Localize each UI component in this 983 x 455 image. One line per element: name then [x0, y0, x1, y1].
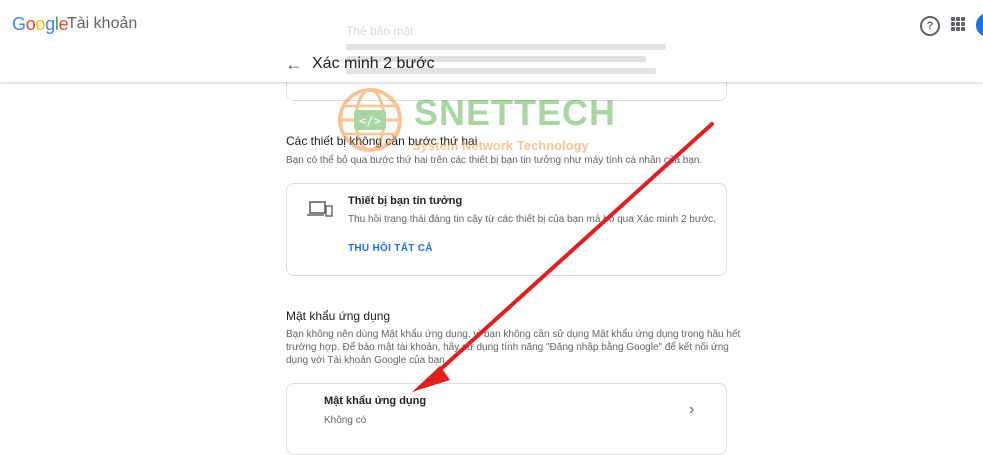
globe-logo-icon: </>: [338, 88, 402, 152]
snettech-watermark: </> SNETTECH System Network Technology: [330, 86, 615, 161]
revoke-all-link[interactable]: THU HỒI TẤT CẢ: [348, 243, 433, 254]
trusted-devices-card: Thiết bị bạn tin tưởng Thu hồi trạng thá…: [286, 183, 727, 276]
app-passwords-card[interactable]: Mật khẩu ứng dụng Không có ›: [286, 383, 727, 455]
help-icon[interactable]: ?: [920, 16, 940, 36]
app-passwords-heading: Mật khẩu ứng dụng: [286, 309, 391, 323]
watermark-tagline: System Network Technology: [412, 138, 589, 153]
trusted-devices-title: Thiết bị bạn tin tưởng: [348, 195, 463, 207]
app-passwords-card-title: Mật khẩu ứng dụng: [324, 395, 427, 407]
avatar[interactable]: [976, 13, 983, 37]
svg-text:</>: </>: [359, 114, 381, 128]
faded-line: [346, 44, 666, 50]
logo-letter: o: [25, 14, 36, 34]
logo-letter: o: [35, 14, 46, 34]
faded-card-title: Thẻ bảo mật: [346, 24, 414, 38]
trusted-devices-card-description: Thu hồi trạng thái đáng tin cậy từ các t…: [348, 214, 716, 225]
page-title: Xác minh 2 bước: [312, 55, 435, 72]
app-passwords-count: Không có: [324, 415, 367, 426]
google-logo[interactable]: Google: [12, 14, 69, 35]
chevron-right-icon[interactable]: ›: [689, 401, 694, 419]
apps-grid-icon[interactable]: [951, 17, 965, 31]
logo-letter: G: [12, 14, 26, 34]
app-passwords-description: Bạn không nên dùng Mật khẩu ứng dụng, vì…: [286, 328, 740, 367]
account-label[interactable]: Tài khoản: [67, 15, 137, 33]
description-line: trường hợp. Để bảo mật tài khoản, hãy sử…: [286, 342, 729, 353]
back-arrow-icon[interactable]: ←: [285, 54, 303, 75]
description-line: dụng với Tài khoản Google của bạn.: [286, 355, 448, 366]
watermark-brand: SNETTECH: [414, 92, 617, 133]
top-app-bar: Google Tài khoản Thẻ bảo mật ← Xác minh …: [0, 0, 983, 82]
logo-letter: g: [45, 14, 55, 34]
description-line: Bạn không nên dùng Mật khẩu ứng dụng, vì…: [286, 329, 741, 340]
devices-icon: [307, 201, 333, 217]
